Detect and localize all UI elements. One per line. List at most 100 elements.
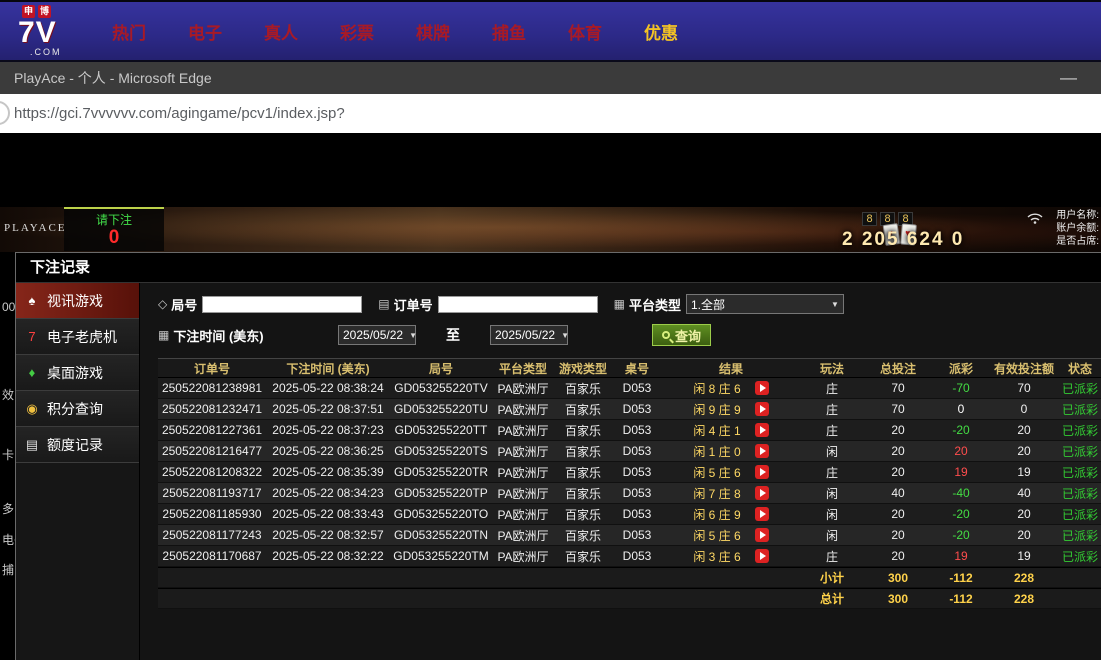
cell-play: 闲	[800, 483, 864, 503]
window-title: PlayAce - 个人 - Microsoft Edge	[14, 68, 1060, 88]
cell-time: 2025-05-22 08:35:39	[266, 462, 390, 482]
replay-button[interactable]	[755, 381, 769, 395]
subtotal-row: 小计300-112228	[158, 567, 1101, 588]
cell-table: D053	[612, 525, 662, 545]
cell-payout: -40	[932, 483, 990, 503]
nav-item-0[interactable]: 热门	[112, 19, 146, 44]
nav-item-1[interactable]: 电子	[188, 19, 222, 44]
cell-status: 已派彩	[1058, 483, 1101, 503]
platform-type-select[interactable]: 1.全部 ▼	[686, 294, 844, 314]
sidebar-item-icon: ◉	[24, 401, 40, 417]
address-bar[interactable]: https://gci.7vvvvvv.com/agingame/pcv1/in…	[0, 94, 1101, 133]
minimize-button[interactable]: —	[1060, 68, 1077, 88]
cell-play: 庄	[800, 462, 864, 482]
platform-type-label: ▦ 平台类型	[614, 295, 681, 314]
filter-row-2: ▦ 下注时间 (美东) 2025/05/22 ▼ 至 2025/05/22 ▼	[158, 324, 1101, 346]
black-spacer	[0, 133, 1101, 207]
nav-item-3[interactable]: 彩票	[340, 19, 374, 44]
result-text: 闲 8 庄 6	[693, 380, 740, 397]
cell-game: 百家乐	[554, 399, 612, 419]
site-logo[interactable]: 申 博 7V .COM	[18, 5, 88, 57]
sidebar-item-1[interactable]: 7电子老虎机	[16, 319, 139, 355]
column-header: 下注时间 (美东)	[266, 359, 390, 377]
diamond-icon: ◇	[158, 297, 167, 311]
column-header: 局号	[390, 359, 492, 377]
replay-button[interactable]	[755, 486, 769, 500]
order-number-label: ▤ 订单号	[378, 295, 432, 314]
cell-game: 百家乐	[554, 462, 612, 482]
hud-label: 账户余额:	[1056, 222, 1099, 235]
hud-label: 用户名称:	[1056, 209, 1099, 222]
date-to-select[interactable]: 2025/05/22 ▼	[490, 325, 568, 345]
background-text-fragment: 电子	[2, 531, 15, 548]
nav-item-6[interactable]: 体育	[568, 19, 602, 44]
cell-play: 闲	[800, 504, 864, 524]
cell-result: 闲 5 庄 6	[662, 525, 800, 545]
replay-button[interactable]	[755, 465, 769, 479]
replay-button[interactable]	[755, 549, 769, 563]
calendar-icon: ▦	[158, 328, 169, 342]
table-row: 2505220812389812025-05-22 08:38:24GD0532…	[158, 378, 1101, 399]
nav-item-7[interactable]: 优惠	[644, 19, 678, 44]
result-text: 闲 5 庄 6	[693, 464, 740, 481]
result-text: 闲 6 庄 9	[693, 506, 740, 523]
document-icon: ▤	[378, 297, 389, 311]
hud-label: 是否占席:	[1056, 235, 1099, 248]
column-header: 派彩	[932, 359, 990, 377]
cell-empty	[266, 568, 390, 587]
cell-time: 2025-05-22 08:37:51	[266, 399, 390, 419]
cell-order: 250522081170687	[158, 546, 266, 566]
order-number-input[interactable]	[438, 296, 598, 313]
cell-valid-bet: 20	[990, 504, 1058, 524]
cell-play: 庄	[800, 399, 864, 419]
sidebar-item-3[interactable]: ◉积分查询	[16, 391, 139, 427]
nav-item-4[interactable]: 棋牌	[416, 19, 450, 44]
cell-time: 2025-05-22 08:32:22	[266, 546, 390, 566]
sidebar-item-icon: ♠	[24, 293, 40, 308]
date-range-to-label: 至	[446, 325, 460, 345]
cell-round: GD053255220TV	[390, 378, 492, 398]
subtotal-row-valid: 228	[990, 568, 1058, 587]
result-text: 闲 7 庄 8	[693, 485, 740, 502]
search-button[interactable]: 查询	[652, 324, 711, 346]
subtotal-row-label: 小计	[800, 568, 864, 587]
sidebar-item-0[interactable]: ♠视讯游戏	[16, 283, 139, 319]
replay-button[interactable]	[755, 507, 769, 521]
sidebar-item-2[interactable]: ♦桌面游戏	[16, 355, 139, 391]
column-header: 桌号	[612, 359, 662, 377]
replay-button[interactable]	[755, 423, 769, 437]
nav-item-5[interactable]: 捕鱼	[492, 19, 526, 44]
url-text[interactable]: https://gci.7vvvvvv.com/agingame/pcv1/in…	[14, 105, 345, 122]
round-number-input[interactable]	[202, 296, 362, 313]
column-header: 总投注	[864, 359, 932, 377]
table-row: 2505220812324712025-05-22 08:37:51GD0532…	[158, 399, 1101, 420]
cell-valid-bet: 20	[990, 420, 1058, 440]
modal-sidebar: ♠视讯游戏7电子老虎机♦桌面游戏◉积分查询▤额度记录	[16, 283, 140, 660]
sidebar-item-4[interactable]: ▤额度记录	[16, 427, 139, 463]
column-header: 状态	[1058, 359, 1101, 377]
cell-empty	[612, 589, 662, 608]
replay-button[interactable]	[755, 402, 769, 416]
result-text: 闲 9 庄 9	[693, 401, 740, 418]
replay-button[interactable]	[755, 528, 769, 542]
date-from-select[interactable]: 2025/05/22 ▼	[338, 325, 416, 345]
nav-item-2[interactable]: 真人	[264, 19, 298, 44]
cell-play: 闲	[800, 441, 864, 461]
cell-order: 250522081232471	[158, 399, 266, 419]
cell-result: 闲 5 庄 6	[662, 462, 800, 482]
table-row: 2505220812273612025-05-22 08:37:23GD0532…	[158, 420, 1101, 441]
chevron-down-icon: ▼	[555, 331, 569, 340]
cell-platform: PA欧洲厅	[492, 483, 554, 503]
column-header: 游戏类型	[554, 359, 612, 377]
cell-round: GD053255220TU	[390, 399, 492, 419]
cell-game: 百家乐	[554, 420, 612, 440]
replay-button[interactable]	[755, 444, 769, 458]
jackpot-counter: 2 205 624 0	[842, 229, 964, 251]
main-menu: 热门 电子 真人 彩票 棋牌 捕鱼 体育 优惠	[112, 19, 678, 44]
total-row-valid: 228	[990, 589, 1058, 608]
cell-time: 2025-05-22 08:32:57	[266, 525, 390, 545]
column-header: 玩法	[800, 359, 864, 377]
bet-amount: 0	[64, 228, 164, 247]
cell-play: 闲	[800, 525, 864, 545]
cell-platform: PA欧洲厅	[492, 525, 554, 545]
